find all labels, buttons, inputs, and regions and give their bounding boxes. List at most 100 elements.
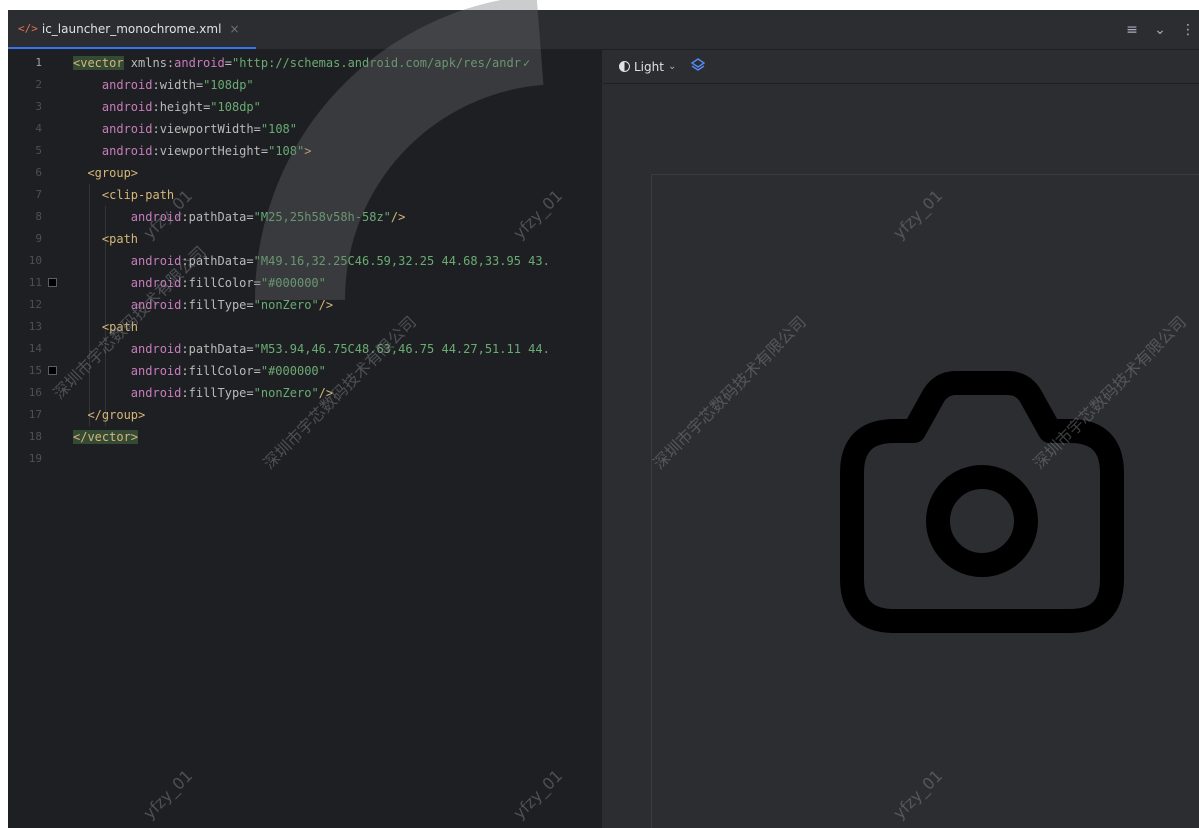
code-line-17: </group>	[73, 404, 145, 426]
line-number: 6	[35, 166, 42, 179]
code-line-13: <path	[73, 316, 138, 338]
code-eq: =	[253, 364, 261, 378]
code-tag-close: >	[304, 144, 312, 158]
line-number: 14	[28, 342, 42, 355]
code-content[interactable]: <vector xmlns:android="http://schemas.an…	[73, 50, 602, 828]
code-line-14: android:pathData="M53.94,46.75C48.63,46.…	[73, 338, 550, 360]
code-eq: =	[224, 56, 232, 70]
code-line-16: android:fillType="nonZero"/>	[73, 382, 333, 404]
line-number: 10	[28, 254, 42, 267]
clip-path-tag: <clip-path	[101, 188, 175, 202]
line-number: 5	[35, 144, 42, 157]
code-eq: =	[195, 78, 204, 92]
code-namespace: android	[130, 210, 182, 224]
line-number: 13	[28, 320, 42, 333]
code-eq: =	[253, 276, 261, 290]
code-namespace: android	[130, 254, 182, 268]
file-tab[interactable]: </> ic_launcher_monochrome.xml ×	[8, 10, 256, 49]
code-value: "108"	[260, 122, 297, 136]
line-number: 18	[28, 430, 42, 443]
code-eq: =	[246, 210, 254, 224]
line-number: 7	[35, 188, 42, 201]
line-number: 2	[35, 78, 42, 91]
code-value: "M25,25h58v58h-58z"	[253, 210, 391, 224]
line-number: 11	[28, 276, 42, 289]
code-attr: :pathData	[181, 254, 247, 268]
ide-window: </> ic_launcher_monochrome.xml × ≡ ⌄ ⋮ 1…	[8, 10, 1199, 828]
code-namespace: android	[130, 298, 182, 312]
code-line-12: android:fillType="nonZero"/>	[73, 294, 333, 316]
line-number: 17	[28, 408, 42, 421]
path-tag: <path	[101, 320, 139, 334]
code-value: "nonZero"	[253, 386, 319, 400]
line-number: 3	[35, 100, 42, 113]
tabbar-actions: ≡ ⌄ ⋮	[1125, 10, 1195, 49]
code-namespace: android	[101, 122, 153, 136]
menu-icon[interactable]: ≡	[1125, 22, 1139, 38]
code-namespace: android	[101, 100, 153, 114]
code-value: "#000000"	[260, 364, 326, 378]
code-attr: :fillColor	[181, 276, 254, 290]
code-value: "#000000"	[260, 276, 326, 290]
code-eq: =	[246, 254, 254, 268]
theme-contrast-icon	[619, 61, 630, 72]
vector-open-tag: <vector	[73, 56, 124, 70]
code-attr: :fillType	[181, 386, 247, 400]
code-namespace: android	[130, 364, 182, 378]
code-attr: xmlns:	[123, 56, 175, 70]
code-value: "M53.94,46.75C48.63,46.75 44.27,51.11 44…	[253, 342, 550, 356]
layers-icon[interactable]	[690, 57, 706, 76]
line-number: 8	[35, 210, 42, 223]
line-number: 4	[35, 122, 42, 135]
line-number: 12	[28, 298, 42, 311]
code-attr: :width	[152, 78, 196, 92]
code-line-8: android:pathData="M25,25h58v58h-58z"/>	[73, 206, 406, 228]
chevron-down-icon[interactable]: ⌄	[668, 61, 676, 72]
code-tag-close: />	[318, 386, 334, 400]
code-line-7: <clip-path	[73, 184, 174, 206]
code-attr: :pathData	[181, 342, 247, 356]
code-line-15: android:fillColor="#000000"	[73, 360, 326, 382]
close-tab-icon[interactable]: ×	[229, 22, 239, 36]
code-namespace: android	[130, 342, 182, 356]
code-line-18: </vector>	[73, 426, 139, 448]
color-swatch-icon[interactable]	[48, 366, 57, 375]
more-options-icon[interactable]: ⋮	[1181, 22, 1195, 38]
code-tag-close: />	[390, 210, 406, 224]
preview-panel: Light ⌄	[603, 50, 1199, 828]
code-value: "108dp"	[203, 78, 254, 92]
code-namespace: android	[130, 276, 182, 290]
code-line-3: android:height="108dp"	[73, 96, 261, 118]
code-value: "M49.16,32.25C46.59,32.25 44.68,33.95 43…	[253, 254, 550, 268]
group-open-tag: <group>	[87, 166, 139, 180]
code-line-5: android:viewportHeight="108">	[73, 140, 312, 162]
theme-dropdown[interactable]: Light	[634, 60, 664, 74]
code-namespace: android	[101, 78, 153, 92]
code-attr: :viewportHeight	[152, 144, 261, 158]
code-value: "108dp"	[210, 100, 261, 114]
code-editor[interactable]: 1 2 3 4 5 6 7 8 9 10 11 12 13 14 15 16 1…	[8, 50, 602, 828]
color-swatch-icon[interactable]	[48, 278, 57, 287]
code-eq: =	[253, 122, 261, 136]
code-namespace: android	[174, 56, 225, 70]
code-line-10: android:pathData="M49.16,32.25C46.59,32.…	[73, 250, 550, 272]
code-line-11: android:fillColor="#000000"	[73, 272, 326, 294]
line-number-gutter: 1 2 3 4 5 6 7 8 9 10 11 12 13 14 15 16 1…	[8, 50, 72, 828]
chevron-down-icon[interactable]: ⌄	[1153, 22, 1167, 38]
layers-icon-svg	[691, 58, 706, 71]
line-number: 9	[35, 232, 42, 245]
